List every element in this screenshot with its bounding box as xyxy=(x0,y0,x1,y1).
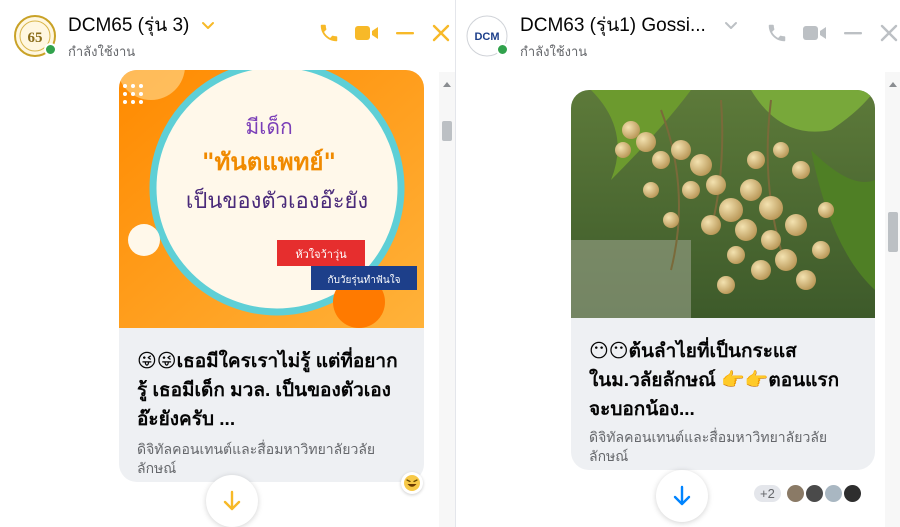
scroll-to-bottom-button[interactable] xyxy=(656,470,708,522)
scroll-up-arrow[interactable] xyxy=(443,82,451,87)
post-source: ดิจิทัลคอนเทนต์และสื่อมหาวิทยาลัยวลัยลัก… xyxy=(137,441,376,476)
post-source: ดิจิทัลคอนเทนต์และสื่อมหาวิทยาลัยวลัยลัก… xyxy=(589,429,828,464)
online-indicator xyxy=(496,43,509,56)
avatar xyxy=(786,485,804,502)
chat-windows: 65 DCM65 (รุ่น 3) กำลังใช้งาน มีเด็ก "ทั… xyxy=(0,0,900,527)
arrow-down-icon xyxy=(223,490,241,511)
scroll-to-bottom-button[interactable] xyxy=(206,475,258,527)
chat-header: 65 DCM65 (รุ่น 3) กำลังใช้งาน xyxy=(0,0,455,72)
online-indicator xyxy=(44,43,57,56)
close-icon[interactable] xyxy=(430,22,452,44)
reaction-badge[interactable] xyxy=(401,472,423,494)
image-tag-dark: กับวัยรุ่นทำฟันใจ xyxy=(328,274,401,286)
shared-post-card[interactable]: 😶😶ต้นลำไยที่เป็นกระแสในม.วลัยลักษณ์ 👉👉ตอ… xyxy=(571,90,875,470)
image-headline-3: เป็นของตัวเองอ๊ะยัง xyxy=(186,186,368,214)
video-call-icon[interactable] xyxy=(802,22,828,44)
message-list[interactable]: มีเด็ก "ทันตแพทย์" เป็นของตัวเองอ๊ะยัง ห… xyxy=(0,70,455,527)
minimize-icon[interactable] xyxy=(842,22,864,44)
arrow-down-icon xyxy=(673,485,691,506)
video-call-icon[interactable] xyxy=(354,22,380,44)
post-image: มีเด็ก "ทันตแพทย์" เป็นของตัวเองอ๊ะยัง ห… xyxy=(119,70,424,328)
shared-post-card[interactable]: มีเด็ก "ทันตแพทย์" เป็นของตัวเองอ๊ะยัง ห… xyxy=(119,70,424,482)
avatar[interactable]: DCM xyxy=(466,15,509,57)
image-headline-2: "ทันตแพทย์" xyxy=(202,148,336,176)
phone-icon[interactable] xyxy=(318,22,340,44)
avatar-text: 65 xyxy=(28,30,43,46)
scrollbar[interactable] xyxy=(885,72,900,527)
chat-actions xyxy=(766,22,900,44)
avatar xyxy=(824,485,842,502)
chat-actions xyxy=(318,22,452,44)
message-list[interactable]: 😶😶ต้นลำไยที่เป็นกระแสในม.วลัยลักษณ์ 👉👉ตอ… xyxy=(456,72,900,527)
image-tag-red: หัวใจว้าวุ่น xyxy=(295,248,347,261)
avatar-text: DCM xyxy=(474,31,499,43)
seen-count: +2 xyxy=(754,485,781,502)
post-title: 😶😶ต้นลำไยที่เป็นกระแสในม.วลัยลักษณ์ 👉👉ตอ… xyxy=(589,341,840,420)
scroll-up-arrow[interactable] xyxy=(889,82,897,87)
chat-title[interactable]: DCM65 (รุ่น 3) xyxy=(68,10,189,40)
scrollbar[interactable] xyxy=(439,72,455,527)
post-title: 😜😜เธอมีใครเราไม่รู้ แต่ที่อยากรู้ เธอมีเ… xyxy=(137,351,398,430)
chevron-down-icon[interactable] xyxy=(201,18,215,32)
avatar[interactable]: 65 xyxy=(14,15,57,57)
avatar xyxy=(843,485,861,502)
chat-title[interactable]: DCM63 (รุ่น1) Gossi... xyxy=(520,10,706,40)
phone-icon[interactable] xyxy=(766,22,788,44)
post-image xyxy=(571,90,875,318)
seen-by-group[interactable]: +2 xyxy=(754,485,861,502)
minimize-icon[interactable] xyxy=(394,22,416,44)
laughing-emoji-icon xyxy=(404,475,420,491)
close-icon[interactable] xyxy=(878,22,900,44)
chat-status: กำลังใช้งาน xyxy=(68,44,136,59)
chat-window-dcm65: 65 DCM65 (รุ่น 3) กำลังใช้งาน มีเด็ก "ทั… xyxy=(0,0,455,527)
avatar xyxy=(805,485,823,502)
chat-window-dcm63: DCM DCM63 (รุ่น1) Gossi... กำลังใช้งาน 😶… xyxy=(455,0,900,527)
chat-status: กำลังใช้งาน xyxy=(520,44,588,59)
scroll-thumb[interactable] xyxy=(442,121,452,141)
chat-header: DCM DCM63 (รุ่น1) Gossi... กำลังใช้งาน xyxy=(456,0,900,72)
image-headline-1: มีเด็ก xyxy=(245,113,292,139)
chevron-down-icon[interactable] xyxy=(724,18,738,32)
scroll-thumb[interactable] xyxy=(888,212,898,252)
